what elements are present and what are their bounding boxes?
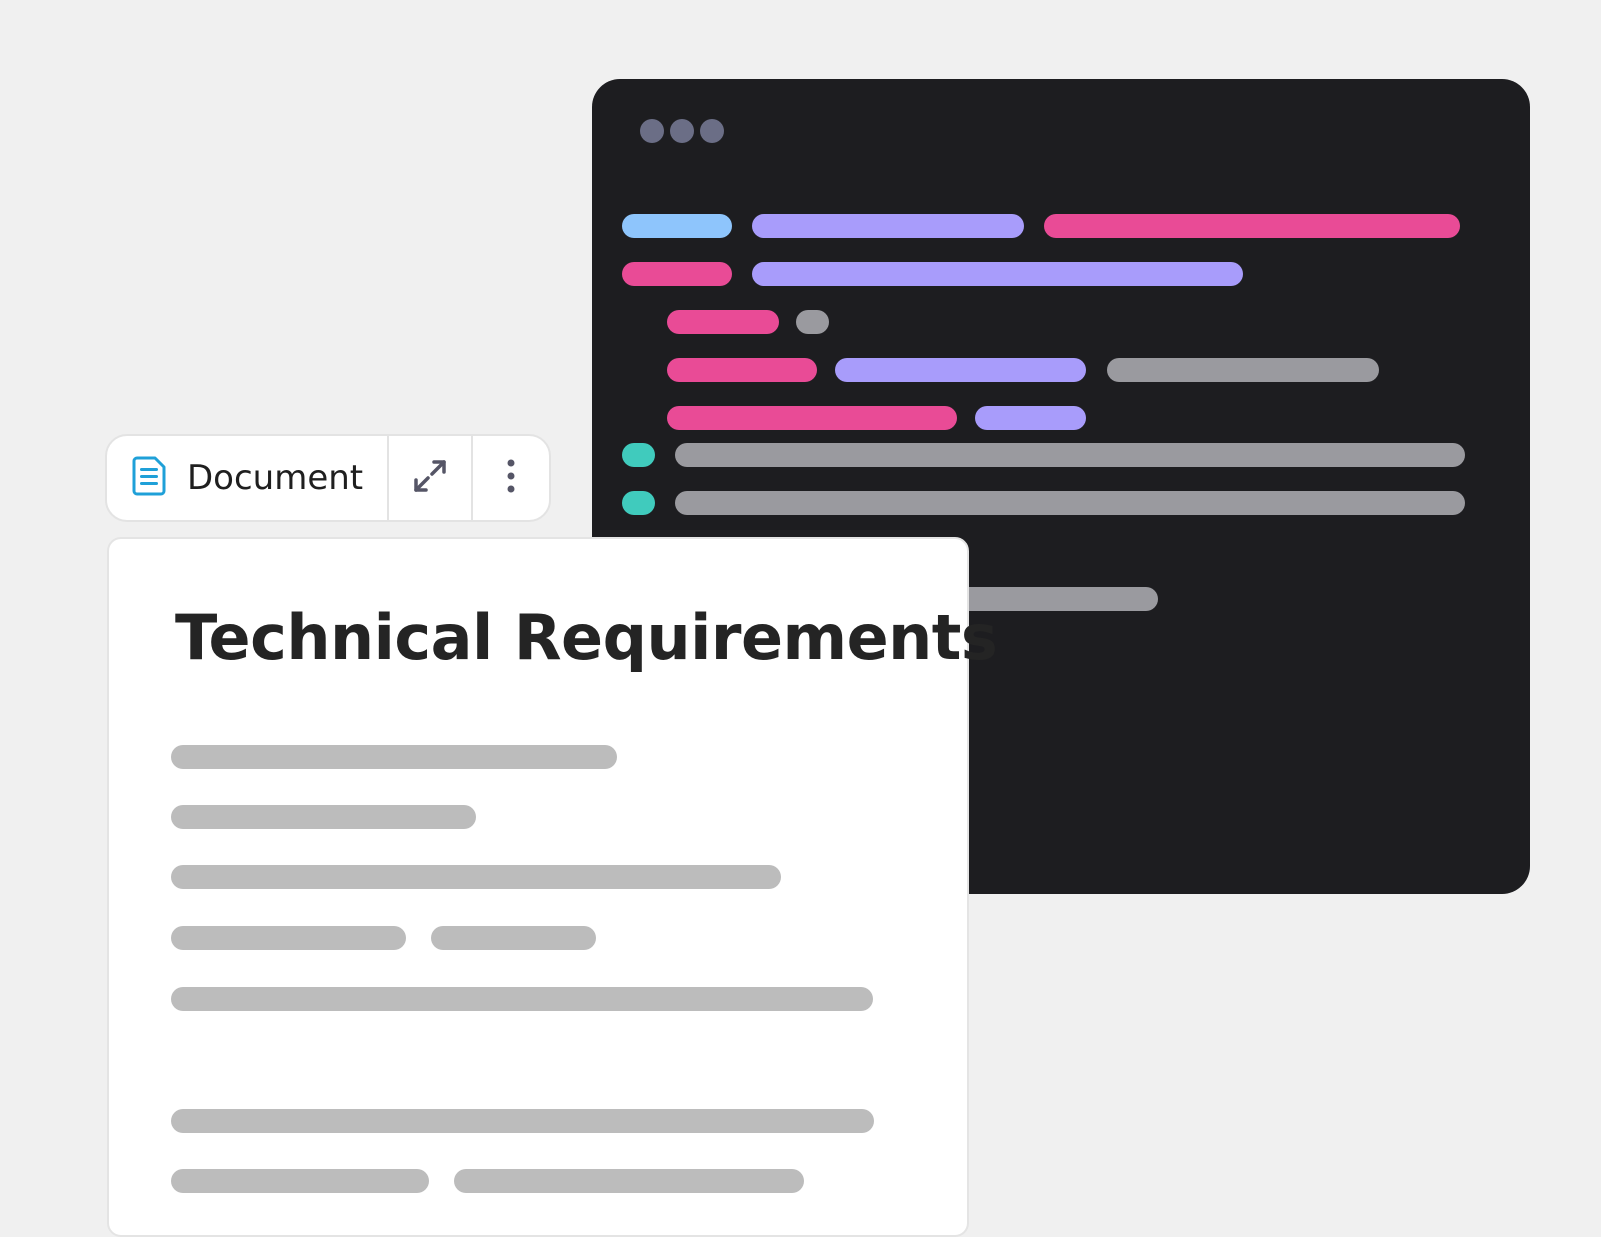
- code-token: [975, 406, 1086, 430]
- code-token: [667, 310, 779, 334]
- code-token: [667, 406, 957, 430]
- text-placeholder-line: [171, 1169, 429, 1193]
- document-card: Technical Requirements: [107, 537, 998, 1237]
- code-token: [752, 262, 1243, 286]
- code-token: [752, 214, 1024, 238]
- document-toolbar: Document: [105, 434, 551, 522]
- code-token: [1044, 214, 1460, 238]
- code-token: [622, 443, 655, 467]
- code-token: [835, 358, 1086, 382]
- text-placeholder-line: [171, 805, 476, 829]
- text-placeholder-line: [171, 1109, 874, 1133]
- expand-arrows-icon: [410, 456, 450, 501]
- code-token: [667, 358, 817, 382]
- text-placeholder-line: [171, 987, 873, 1011]
- text-placeholder-line: [171, 926, 406, 950]
- window-dot-3-icon: [700, 119, 724, 143]
- window-dot-1-icon: [640, 119, 664, 143]
- code-token: [622, 262, 732, 286]
- document-tab-button[interactable]: Document: [107, 436, 387, 520]
- vertical-dots-icon: [505, 458, 517, 499]
- code-token: [796, 310, 829, 334]
- code-token: [622, 214, 732, 238]
- code-token: [1107, 358, 1379, 382]
- text-placeholder-line: [431, 926, 596, 950]
- code-token: [675, 491, 1465, 515]
- text-placeholder-line: [171, 745, 617, 769]
- code-token: [622, 491, 655, 515]
- expand-button[interactable]: [389, 436, 471, 520]
- text-placeholder-line: [171, 865, 781, 889]
- document-title: Technical Requirements: [175, 601, 998, 674]
- document-icon: [131, 456, 167, 501]
- code-token: [675, 443, 1465, 467]
- window-dot-2-icon: [670, 119, 694, 143]
- document-tab-label: Document: [187, 458, 364, 498]
- text-placeholder-line: [454, 1169, 804, 1193]
- more-options-button[interactable]: [473, 436, 549, 520]
